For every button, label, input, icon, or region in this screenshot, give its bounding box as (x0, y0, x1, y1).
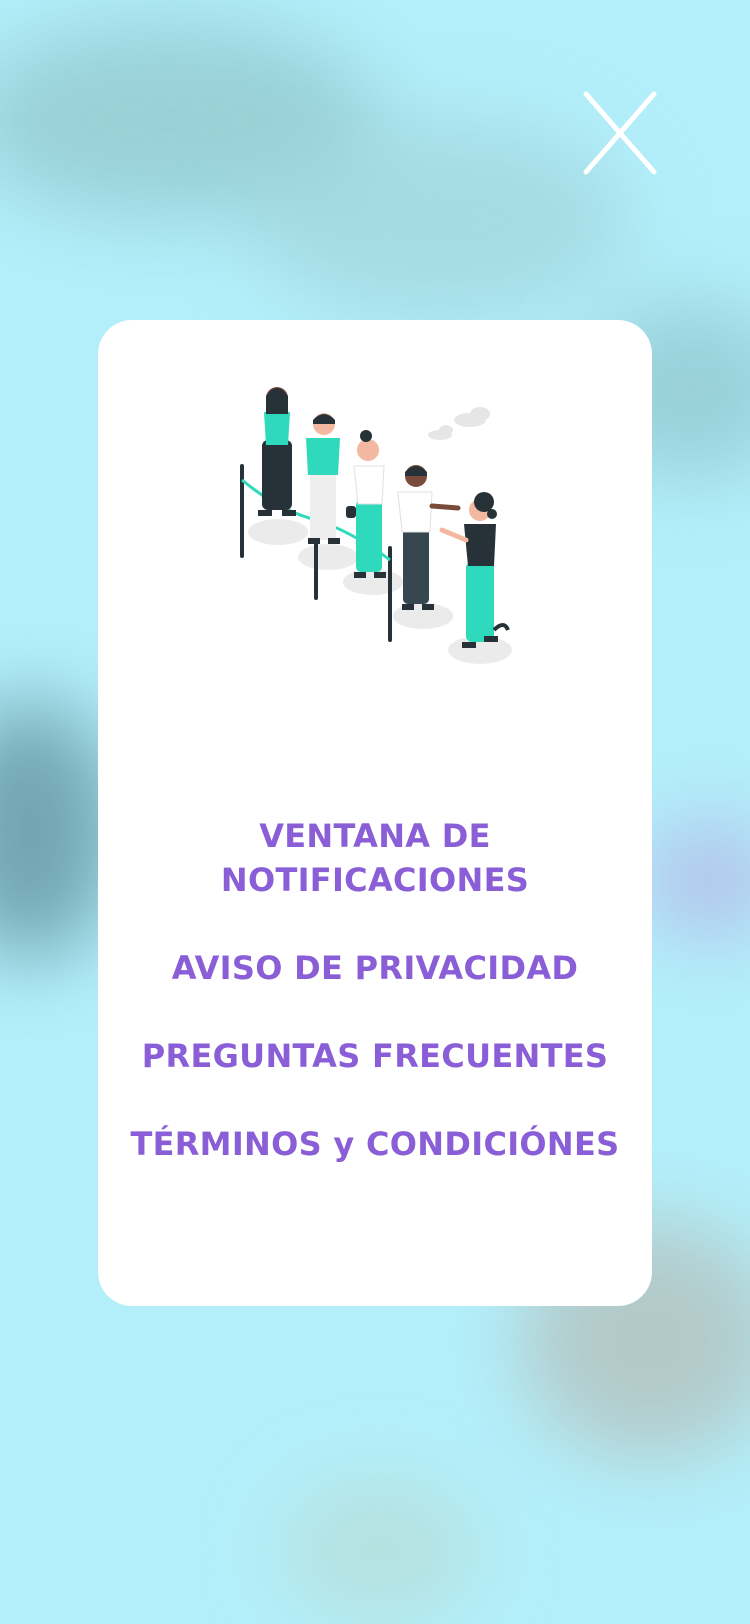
menu-card: VENTANA DE NOTIFICACIONES AVISO DE PRIVA… (98, 320, 652, 1306)
menu-list: VENTANA DE NOTIFICACIONES AVISO DE PRIVA… (98, 814, 652, 1210)
menu-item-notifications[interactable]: VENTANA DE NOTIFICACIONES (210, 814, 540, 902)
close-button[interactable] (582, 90, 658, 176)
people-queue-illustration (240, 387, 512, 664)
menu-item-faq[interactable]: PREGUNTAS FRECUENTES (98, 1034, 652, 1078)
close-icon (583, 91, 657, 175)
menu-item-terms-conditions[interactable]: TÉRMINOS y CONDICIÓNES (98, 1122, 652, 1166)
menu-item-privacy-notice[interactable]: AVISO DE PRIVACIDAD (98, 946, 652, 990)
